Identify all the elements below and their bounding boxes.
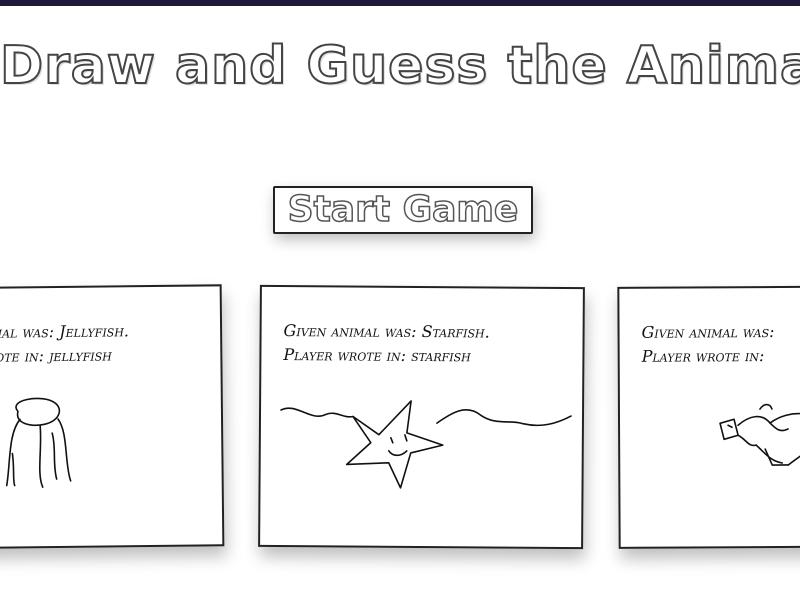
given-animal-line: Given animal was: Jellyfish. bbox=[0, 321, 130, 342]
animal-drawing bbox=[719, 403, 800, 466]
given-animal-line: Given animal was: bbox=[641, 322, 775, 342]
top-bar bbox=[0, 0, 800, 6]
given-animal-line: Given animal was: Starfish. bbox=[283, 321, 490, 342]
player-answer-line: Player wrote in: bbox=[641, 346, 765, 366]
starfish-drawing bbox=[280, 400, 572, 489]
result-card: Given animal was: Jellyfish. Player wrot… bbox=[0, 284, 225, 550]
card-caption: Given animal was: Starfish. Player wrote… bbox=[283, 319, 489, 368]
game-page: Draw and Guess the Animal Start Game Giv… bbox=[0, 0, 800, 600]
player-answer-line: Player wrote in: starfish bbox=[283, 345, 471, 366]
player-answer-line: Player wrote in: jellyfish bbox=[0, 345, 112, 366]
jellyfish-drawing bbox=[5, 397, 72, 488]
card-caption: Given animal was: Player wrote in: bbox=[641, 320, 775, 369]
result-card: Given animal was: Starfish. Player wrote… bbox=[258, 284, 585, 550]
start-game-button[interactable]: Start Game bbox=[273, 186, 533, 234]
card-caption: Given animal was: Jellyfish. Player wrot… bbox=[0, 319, 129, 369]
page-title: Draw and Guess the Animal bbox=[0, 35, 800, 97]
result-card: Given animal was: Player wrote in: bbox=[617, 285, 800, 549]
